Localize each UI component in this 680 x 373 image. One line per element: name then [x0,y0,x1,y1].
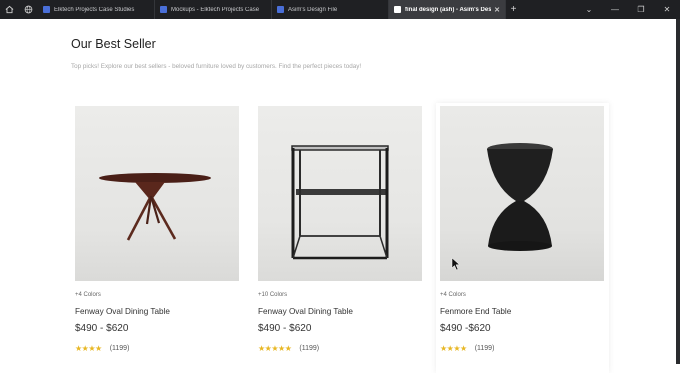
star-rating-icon: ★★★★★ [258,344,292,353]
product-price: $490 - $620 [258,323,312,334]
window-edge [676,19,680,364]
restore-icon[interactable]: ❐ [628,0,654,19]
review-count: (1199) [109,345,130,352]
color-count: +4 Colors [75,292,101,298]
figma-favicon-icon [160,6,167,13]
figma-favicon-icon [277,6,284,13]
product-card[interactable]: +4 Colors Fenway Oval Dining Table $490 … [71,103,244,373]
tab-label: Mockups - Elktech Projects Case [171,6,260,13]
star-rating-icon: ★★★★ [440,344,467,353]
close-tab-icon[interactable]: ✕ [494,6,500,14]
product-name[interactable]: Fenmore End Table [440,307,511,316]
star-rating-icon: ★★★★ [75,344,102,353]
color-count: +4 Colors [440,292,466,298]
tab-label: Elktech Projects Case Studies [54,6,135,13]
browser-tab-bar: Elktech Projects Case Studies Mockups - … [0,0,680,19]
window-controls: ⌄ — ❐ ✕ [576,0,680,19]
figma-favicon-icon [394,6,401,13]
product-price: $490 -$620 [440,323,491,334]
new-tab-plus-icon[interactable]: + [506,0,521,19]
review-count: (1199) [474,345,495,352]
page-content: Our Best Seller Top picks! Explore our b… [0,19,680,373]
browser-tab[interactable]: Asim's Design File [272,0,389,19]
product-card[interactable]: +10 Colors Fenway Oval Dining Table $490… [254,103,427,373]
chevron-down-icon[interactable]: ⌄ [576,0,602,19]
globe-icon[interactable] [19,0,38,19]
tab-label: final design (ash) - Asim's Design [405,6,492,13]
close-window-icon[interactable]: ✕ [654,0,680,19]
product-name[interactable]: Fenway Oval Dining Table [75,307,170,316]
section-subtitle: Top picks! Explore our best sellers - be… [71,63,362,70]
product-card[interactable]: +4 Colors Fenmore End Table $490 -$620 ★… [436,103,609,373]
color-count: +10 Colors [258,292,288,298]
browser-tab-active[interactable]: final design (ash) - Asim's Design ✕ [389,0,506,19]
product-price: $490 - $620 [75,323,129,334]
product-rating: ★★★★ (1199) [440,344,494,353]
product-name[interactable]: Fenway Oval Dining Table [258,307,353,316]
product-rating: ★★★★ (1199) [75,344,129,353]
browser-tab[interactable]: Mockups - Elktech Projects Case [155,0,272,19]
product-image[interactable] [258,106,422,281]
product-rating: ★★★★★ (1199) [258,344,319,353]
product-image[interactable] [440,106,604,281]
home-icon[interactable] [0,0,19,19]
tab-label: Asim's Design File [288,6,338,13]
minimize-icon[interactable]: — [602,0,628,19]
figma-favicon-icon [43,6,50,13]
section-title: Our Best Seller [71,37,156,51]
product-image[interactable] [75,106,239,281]
browser-tab[interactable]: Elktech Projects Case Studies [38,0,155,19]
review-count: (1199) [299,345,320,352]
